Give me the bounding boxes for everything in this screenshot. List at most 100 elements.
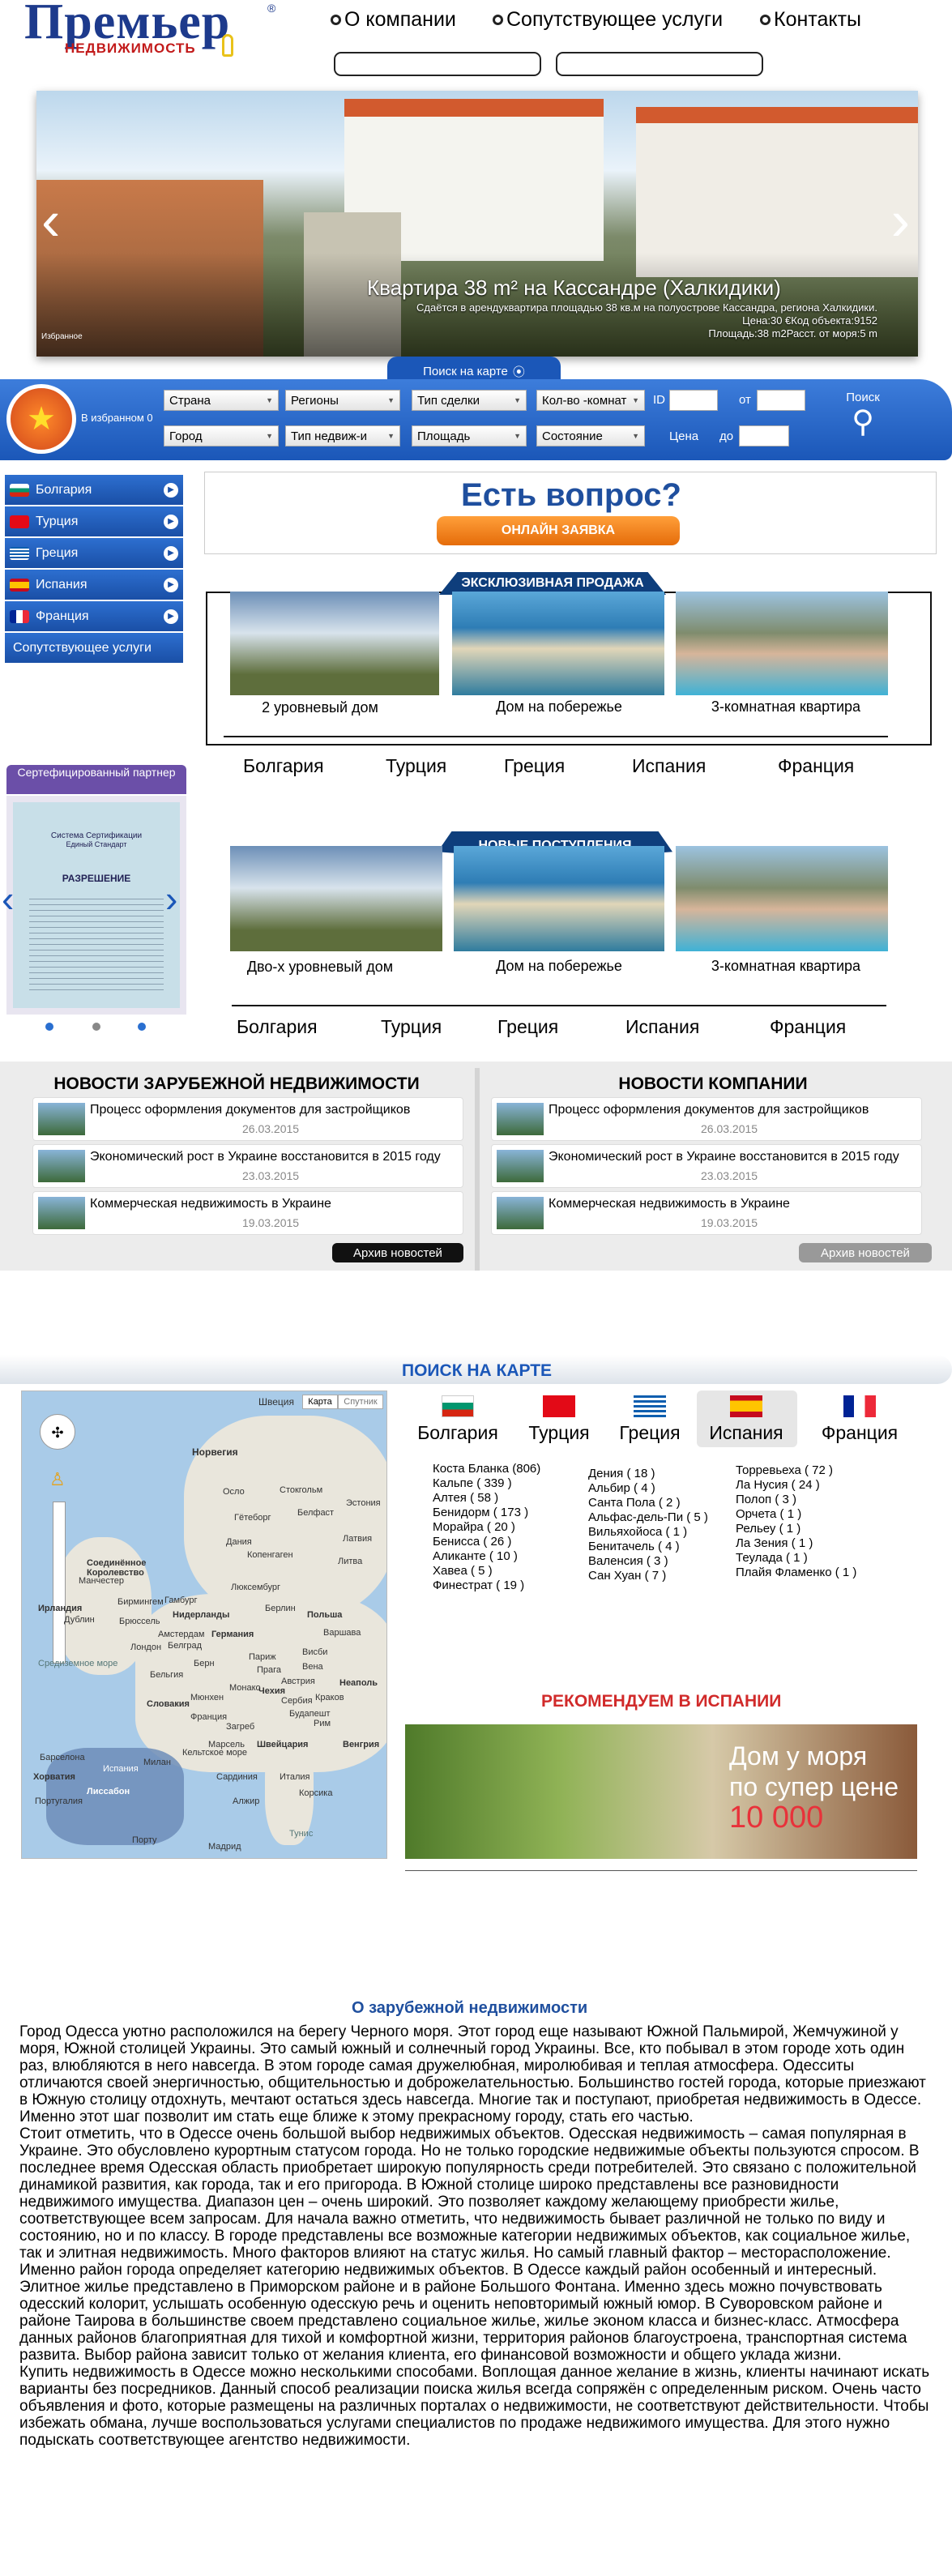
map-country-greece[interactable]: Греция [609,1395,690,1444]
exclusive-country-bulgaria[interactable]: Болгария [243,755,324,777]
new-thumb-2[interactable] [454,846,664,951]
news-item[interactable]: Коммерческая недвижимость в Украине 19.03… [491,1191,922,1235]
sidebar-item-services[interactable]: Сопутствующее услуги [5,633,183,663]
map-pan-control-icon[interactable]: ✣ [40,1414,75,1450]
exclusive-caption-2[interactable]: Дом на побережье [454,698,664,716]
sidebar-item-turkey[interactable]: Турция ▶ [5,506,183,536]
new-country-bulgaria[interactable]: Болгария [237,1016,318,1038]
new-caption-3[interactable]: 3-комнатная квартира [681,958,891,975]
city-link[interactable]: Плайя Фламенко ( 1 ) [736,1566,856,1580]
city-link[interactable]: Сан Хуан ( 7 ) [588,1569,708,1583]
id-input[interactable] [669,390,718,411]
exclusive-thumb-1[interactable] [230,592,439,695]
new-country-greece[interactable]: Греция [497,1016,558,1038]
city-link[interactable]: Аликанте ( 10 ) [433,1549,540,1564]
favorites-count[interactable]: В избранном 0 [81,412,153,424]
city-link[interactable]: Морайра ( 20 ) [433,1520,540,1535]
street-view-icon[interactable]: ♙ [49,1469,66,1490]
country-select[interactable]: Страна ▼ [164,390,279,411]
city-link[interactable]: Теулада ( 1 ) [736,1551,856,1566]
map-country-bulgaria[interactable]: Болгария [413,1395,502,1444]
city-link[interactable]: Санта Пола ( 2 ) [588,1496,708,1510]
map-type-button[interactable]: Карта [302,1395,338,1409]
cert-next-arrow[interactable]: › [165,877,177,921]
city-link[interactable]: Рельеу ( 1 ) [736,1522,856,1536]
online-request-button[interactable]: ОНЛАЙН ЗАЯВКА [437,516,680,545]
condition-select[interactable]: Состояние ▼ [536,425,645,446]
certificate-image[interactable]: Система Сертификации Единый Стандарт РАЗ… [6,796,186,1015]
city-link[interactable]: Алтея ( 58 ) [433,1491,540,1506]
area-select[interactable]: Площадь ▼ [412,425,527,446]
exclusive-thumb-3[interactable] [676,592,888,695]
cert-dot-2[interactable] [92,1023,100,1031]
cert-prev-arrow[interactable]: ‹ [2,877,14,921]
new-thumb-3[interactable] [676,846,888,951]
map-zoom-slider[interactable] [53,1502,66,1664]
new-country-spain[interactable]: Испания [625,1016,699,1038]
city-link[interactable]: Дения ( 18 ) [588,1467,708,1481]
exclusive-caption-1[interactable]: 2 уровневый дом [243,698,397,716]
nav-item-about[interactable]: О компании [331,8,456,32]
site-logo[interactable]: Премьер ® НЕДВИЖИМОСТЬ [18,0,285,63]
new-caption-1[interactable]: Дво-х уровневый дом [243,958,397,976]
city-link[interactable]: Финестрат ( 19 ) [433,1578,540,1593]
city-link[interactable]: Кальпе ( 339 ) [433,1476,540,1491]
exclusive-caption-3[interactable]: 3-комнатная квартира [681,698,891,716]
cert-dot-1[interactable] [45,1023,53,1031]
exclusive-country-greece[interactable]: Греция [504,755,565,777]
sidebar-item-spain[interactable]: Испания ▶ [5,570,183,600]
sidebar-item-greece[interactable]: Греция ▶ [5,538,183,568]
city-link[interactable]: Альбир ( 4 ) [588,1481,708,1496]
city-link[interactable]: Альфас-дель-Пи ( 5 ) [588,1510,708,1525]
city-link[interactable]: Коста Бланка (806) [433,1462,540,1476]
search-button[interactable]: Поиск ⚲ [835,391,891,455]
new-country-turkey[interactable]: Турция [381,1016,442,1038]
city-link[interactable]: Орчета ( 1 ) [736,1507,856,1522]
header-field-left[interactable] [334,52,541,76]
map-country-spain[interactable]: Испания [702,1395,791,1444]
satellite-type-button[interactable]: Спутник [338,1395,383,1409]
news-item[interactable]: Процесс оформления документов для застро… [491,1097,922,1141]
city-link[interactable]: Полоп ( 3 ) [736,1493,856,1507]
exclusive-country-spain[interactable]: Испания [632,755,706,777]
company-news-archive-button[interactable]: Архив новостей [799,1243,932,1262]
hero-prev-arrow[interactable]: ‹ [41,192,60,249]
foreign-news-archive-button[interactable]: Архив новостей [332,1243,463,1262]
news-item[interactable]: Экономический рост в Украине восстановит… [32,1144,463,1188]
city-link[interactable]: Хавеа ( 5 ) [433,1564,540,1578]
rooms-select[interactable]: Кол-во -комнат ▼ [536,390,645,411]
city-link[interactable]: Ла Нусия ( 24 ) [736,1478,856,1493]
region-select[interactable]: Регионы ▼ [285,390,400,411]
header-field-right[interactable] [556,52,763,76]
property-type-select[interactable]: Тип недвиж-и ▼ [285,425,400,446]
new-caption-2[interactable]: Дом на побережье [454,958,664,975]
nav-item-contacts[interactable]: Контакты [760,8,861,32]
cert-dot-3[interactable] [138,1023,146,1031]
price-to-input[interactable] [739,425,789,446]
city-link[interactable]: Бенисса ( 26 ) [433,1535,540,1549]
hero-favorites-link[interactable]: Избранное [41,332,83,341]
recommend-banner[interactable]: Дом у моря по супер цене 10 000 [405,1724,917,1859]
city-link[interactable]: Торревьеха ( 72 ) [736,1463,856,1478]
new-thumb-1[interactable] [230,846,442,951]
news-item[interactable]: Процесс оформления документов для застро… [32,1097,463,1141]
sidebar-item-france[interactable]: Франция ▶ [5,601,183,631]
city-select[interactable]: Город ▼ [164,425,279,446]
exclusive-country-turkey[interactable]: Турция [386,755,446,777]
hero-slider[interactable]: ‹ › Квартира 38 m² на Кассандре (Халкиди… [36,91,918,357]
exclusive-thumb-2[interactable] [452,592,664,695]
city-link[interactable]: Вильяхойоса ( 1 ) [588,1525,708,1540]
news-item[interactable]: Экономический рост в Украине восстановит… [491,1144,922,1188]
city-link[interactable]: Бенитачель ( 4 ) [588,1540,708,1554]
price-from-input[interactable] [757,390,805,411]
deal-type-select[interactable]: Тип сделки ▼ [412,390,527,411]
sidebar-item-bulgaria[interactable]: Болгария ▶ [5,475,183,505]
city-link[interactable]: Ла Зения ( 1 ) [736,1536,856,1551]
hero-next-arrow[interactable]: › [891,192,910,249]
news-item[interactable]: Коммерческая недвижимость в Украине 19.03… [32,1191,463,1235]
favorites-star-icon[interactable]: ★ [6,384,76,454]
nav-item-services[interactable]: Сопутствующее услуги [493,8,723,32]
new-country-france[interactable]: Франция [770,1016,846,1038]
europe-map[interactable]: Швеция Карта Спутник ✣ ♙ Норвегия Стокго… [21,1391,387,1859]
city-link[interactable]: Бенидорм ( 173 ) [433,1506,540,1520]
